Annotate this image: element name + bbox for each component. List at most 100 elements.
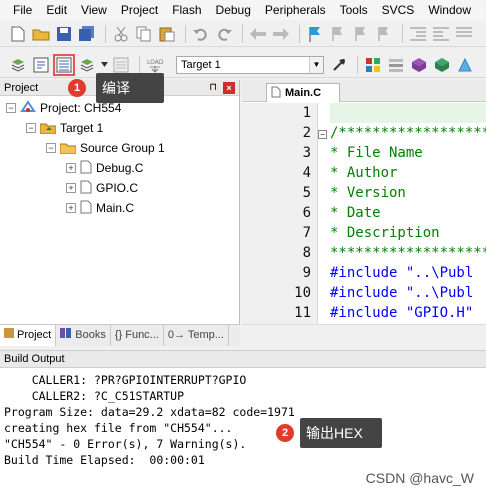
step-badge-2: 2 — [276, 424, 294, 442]
callout-output-hex: 输出HEX — [300, 418, 382, 448]
build-toolbar: LOAD Target 1 ▼ — [0, 52, 486, 78]
bookmark-next-icon[interactable] — [351, 24, 371, 44]
cut-icon[interactable] — [111, 24, 131, 44]
target-folder-icon — [39, 122, 57, 135]
undo-icon[interactable] — [191, 24, 211, 44]
code-view[interactable]: /******************* * File Name * Autho… — [330, 103, 486, 324]
target-select[interactable]: Target 1 ▼ — [176, 55, 324, 74]
paste-icon[interactable] — [157, 24, 177, 44]
unindent-icon[interactable] — [431, 24, 451, 44]
tree-node-file[interactable]: + GPIO.C — [66, 178, 138, 198]
nav-forward-icon[interactable] — [271, 24, 291, 44]
download-load-icon[interactable]: LOAD — [145, 55, 165, 75]
project-panel-title: Project — [4, 82, 39, 94]
line-number: 4 — [302, 165, 311, 181]
menu-edit[interactable]: Edit — [39, 0, 74, 20]
tab-project-label: Project — [17, 329, 52, 341]
build-icon[interactable] — [31, 55, 51, 75]
watermark: CSDN @havc_W — [365, 470, 474, 486]
file-extensions-icon[interactable] — [386, 55, 406, 75]
expand-icon[interactable]: + — [66, 203, 76, 213]
copy-icon[interactable] — [134, 24, 154, 44]
horizontal-scrollbar[interactable] — [242, 324, 486, 346]
rebuild-icon[interactable] — [53, 53, 75, 76]
tree-node-file[interactable]: + Main.C — [66, 198, 134, 218]
redo-icon[interactable] — [214, 24, 234, 44]
expand-icon[interactable]: + — [66, 183, 76, 193]
menu-view[interactable]: View — [74, 0, 114, 20]
toolbar-divider — [105, 24, 106, 43]
output-line: Build Time Elapsed: 00:00:01 — [4, 453, 205, 467]
menu-svcs[interactable]: SVCS — [375, 0, 422, 20]
menu-debug[interactable]: Debug — [209, 0, 258, 20]
toolbar-divider — [299, 24, 300, 43]
tab-project[interactable]: Project — [0, 325, 57, 346]
save-all-icon[interactable] — [77, 24, 97, 44]
fold-collapse-icon[interactable]: − — [318, 130, 327, 139]
translate-icon[interactable] — [8, 55, 28, 75]
expand-icon[interactable]: + — [66, 163, 76, 173]
standard-toolbar — [0, 21, 486, 47]
toolbar-divider — [357, 55, 358, 74]
open-folder-icon[interactable] — [31, 24, 51, 44]
dropdown-arrow-icon[interactable] — [100, 55, 108, 75]
menu-tools[interactable]: Tools — [333, 0, 375, 20]
nav-back-icon[interactable] — [248, 24, 268, 44]
build-output-header: Build Output — [0, 350, 486, 368]
c-file-icon — [80, 160, 92, 177]
project-icon — [20, 99, 36, 117]
close-icon[interactable]: × — [223, 82, 235, 94]
manage-components-icon[interactable] — [363, 55, 383, 75]
c-file-icon — [271, 86, 281, 101]
tab-functions[interactable]: {} Func... — [111, 325, 164, 346]
bookmark-clear-icon[interactable] — [374, 24, 394, 44]
bookmark-prev-icon[interactable] — [328, 24, 348, 44]
code-line: #include "GPIO.H" — [330, 305, 474, 321]
tab-books[interactable]: Books — [56, 325, 111, 346]
line-number: 8 — [302, 245, 311, 261]
menu-window[interactable]: Window — [421, 0, 478, 20]
code-line: * Date — [330, 205, 381, 221]
tree-node-source-group[interactable]: − Source Group 1 — [46, 138, 165, 158]
menu-peripherals[interactable]: Peripherals — [258, 0, 333, 20]
output-line: CALLER1: ?PR?GPIOINTERRUPT?GPIO — [4, 373, 247, 387]
toolbar-divider — [185, 24, 186, 43]
comment-icon[interactable] — [454, 24, 474, 44]
code-line: #include "..\Publ — [330, 285, 474, 301]
pack-installer-icon[interactable] — [409, 55, 429, 75]
indent-icon[interactable] — [408, 24, 428, 44]
batch-build-icon[interactable] — [77, 55, 97, 75]
menu-project[interactable]: Project — [114, 0, 165, 20]
collapse-icon[interactable]: − — [46, 143, 56, 153]
toolbar-divider — [402, 24, 403, 43]
save-icon[interactable] — [54, 24, 74, 44]
callout-compile-label: 编译 — [102, 80, 130, 96]
menu-flash[interactable]: Flash — [165, 0, 208, 20]
tree-node-target[interactable]: − Target 1 — [26, 118, 103, 138]
output-line: CALLER2: ?C_C51STARTUP — [4, 389, 185, 403]
stop-build-icon[interactable] — [111, 55, 131, 75]
pin-icon[interactable]: ⊓ — [209, 80, 217, 96]
tab-templates[interactable]: 0→ Temp... — [164, 325, 229, 346]
options-for-target-icon[interactable] — [329, 55, 349, 75]
software-packs-icon[interactable] — [455, 55, 475, 75]
file-label: GPIO.C — [96, 181, 139, 195]
menu-help[interactable]: He — [478, 0, 486, 20]
tab-main-c[interactable]: Main.C — [266, 83, 340, 102]
tree-node-file[interactable]: + Debug.C — [66, 158, 143, 178]
project-tab-icon — [4, 325, 14, 346]
new-file-icon[interactable] — [8, 24, 28, 44]
line-number: 2 — [302, 125, 311, 141]
build-output-title: Build Output — [4, 353, 65, 365]
menu-file[interactable]: File — [6, 0, 39, 20]
collapse-icon[interactable]: − — [26, 123, 36, 133]
line-number: 6 — [302, 205, 311, 221]
bookmark-flag-icon[interactable] — [305, 24, 325, 44]
callout-output-hex-label: 输出HEX — [306, 425, 363, 441]
select-packs-icon[interactable] — [432, 55, 452, 75]
code-line: ******************* — [330, 245, 486, 261]
step-badge-1: 1 — [68, 79, 86, 97]
c-file-icon — [80, 200, 92, 217]
folder-icon — [59, 142, 77, 155]
collapse-icon[interactable]: − — [6, 103, 16, 113]
